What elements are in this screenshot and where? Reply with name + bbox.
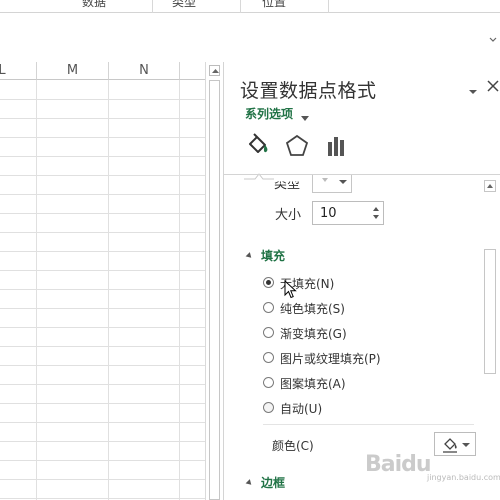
divider <box>263 424 474 425</box>
close-icon[interactable] <box>486 78 500 92</box>
pane-options-caret-icon[interactable] <box>468 82 478 94</box>
grid-line <box>0 175 205 176</box>
watermark-subtext: jingyan.baidu.com <box>427 473 500 482</box>
scrollbar-thumb[interactable] <box>484 249 496 374</box>
radio-label: 自动(U) <box>280 402 323 416</box>
column-header-label: M <box>66 63 79 78</box>
marker-size-stepper[interactable]: 10 <box>312 201 384 225</box>
radio-label: 渐变填充(G) <box>280 327 347 341</box>
scroll-up-arrow-icon[interactable] <box>484 180 496 192</box>
grid-line <box>0 308 205 309</box>
column-header-label: N <box>139 63 149 78</box>
chevron-down-icon[interactable] <box>300 108 310 121</box>
grid-line <box>0 213 205 214</box>
grid-line <box>0 498 205 499</box>
grid-line <box>0 327 205 328</box>
grid-line <box>0 270 205 271</box>
column-header-partial[interactable] <box>180 62 205 80</box>
border-section-header[interactable]: 边框 <box>245 474 286 491</box>
scroll-up-arrow-icon[interactable] <box>209 65 220 76</box>
grid-line <box>0 118 205 119</box>
fill-section-header[interactable]: 填充 <box>245 247 286 264</box>
column-header-n[interactable]: N <box>109 62 180 80</box>
scrollbar-thumb[interactable] <box>209 80 220 500</box>
grid-line <box>36 80 37 500</box>
color-label: 颜色(C) <box>272 439 314 453</box>
fill-section-title: 填充 <box>261 249 286 263</box>
radio-button[interactable] <box>263 402 274 413</box>
grid-line <box>0 251 205 252</box>
grid-line <box>0 137 205 138</box>
ribbon-separator <box>328 0 329 13</box>
grid-line <box>108 80 109 500</box>
column-header-m[interactable]: M <box>37 62 109 80</box>
grid-line <box>0 289 205 290</box>
grid-line <box>0 99 205 100</box>
border-section-title: 边框 <box>261 476 286 490</box>
grid-line <box>0 460 205 461</box>
column-header-l[interactable]: L <box>0 62 37 80</box>
spin-buttons[interactable] <box>369 202 383 224</box>
marker-type-dropdown[interactable] <box>312 175 352 193</box>
marker-size-label: 大小 <box>275 208 302 223</box>
marker-size-value[interactable]: 10 <box>320 206 337 221</box>
radio-label: 图片或纹理填充(P) <box>280 352 381 366</box>
grid-line <box>0 156 205 157</box>
format-data-point-pane: 设置数据点格式 系列选项 类型 大小 10 填充 无填充(N) 纯色填充(S) … <box>223 62 500 500</box>
grid-line <box>0 479 205 480</box>
column-header-label: L <box>0 63 6 78</box>
radio-button[interactable] <box>263 327 274 338</box>
watermark-logo: Baidu jingyan.baidu.com <box>365 448 500 488</box>
formula-bar[interactable] <box>0 13 500 47</box>
radio-label: 图案填充(A) <box>280 377 346 391</box>
radio-label: 纯色填充(S) <box>280 302 345 316</box>
sheet-vertical-scrollbar[interactable] <box>205 62 222 500</box>
ribbon: 数据 类型 位置 <box>0 0 500 13</box>
radio-button[interactable] <box>263 352 274 363</box>
grid-line <box>0 346 205 347</box>
expand-formula-bar-icon[interactable] <box>489 29 497 42</box>
ribbon-tab-type[interactable]: 类型 <box>172 0 196 9</box>
spreadsheet-grid[interactable]: L M N <box>0 62 205 500</box>
grid-line <box>179 80 180 500</box>
radio-button[interactable] <box>263 302 274 313</box>
collapse-triangle-icon <box>245 479 254 487</box>
collapse-triangle-icon <box>245 252 254 260</box>
mouse-cursor-icon <box>284 279 298 300</box>
grid-line <box>0 441 205 442</box>
marker-type-label: 类型 <box>274 177 301 192</box>
paint-bucket-icon[interactable] <box>244 132 272 160</box>
ribbon-tab-data[interactable]: 数据 <box>82 0 106 9</box>
grid-line <box>0 194 205 195</box>
series-options-dropdown[interactable]: 系列选项 <box>245 105 293 122</box>
ribbon-separator <box>152 0 153 13</box>
ribbon-tab-position[interactable]: 位置 <box>262 0 286 9</box>
grid-line <box>0 365 205 366</box>
workspace-gap <box>0 47 500 62</box>
ribbon-separator <box>240 0 241 13</box>
grid-line <box>0 422 205 423</box>
pentagon-icon[interactable] <box>283 132 311 160</box>
grid-line <box>0 384 205 385</box>
grid-line <box>0 232 205 233</box>
grid-line <box>0 403 205 404</box>
pane-title: 设置数据点格式 <box>240 80 377 102</box>
bar-chart-icon[interactable] <box>323 132 351 160</box>
radio-button[interactable] <box>263 277 274 288</box>
watermark-text: Baidu <box>365 452 432 477</box>
radio-button[interactable] <box>263 377 274 388</box>
